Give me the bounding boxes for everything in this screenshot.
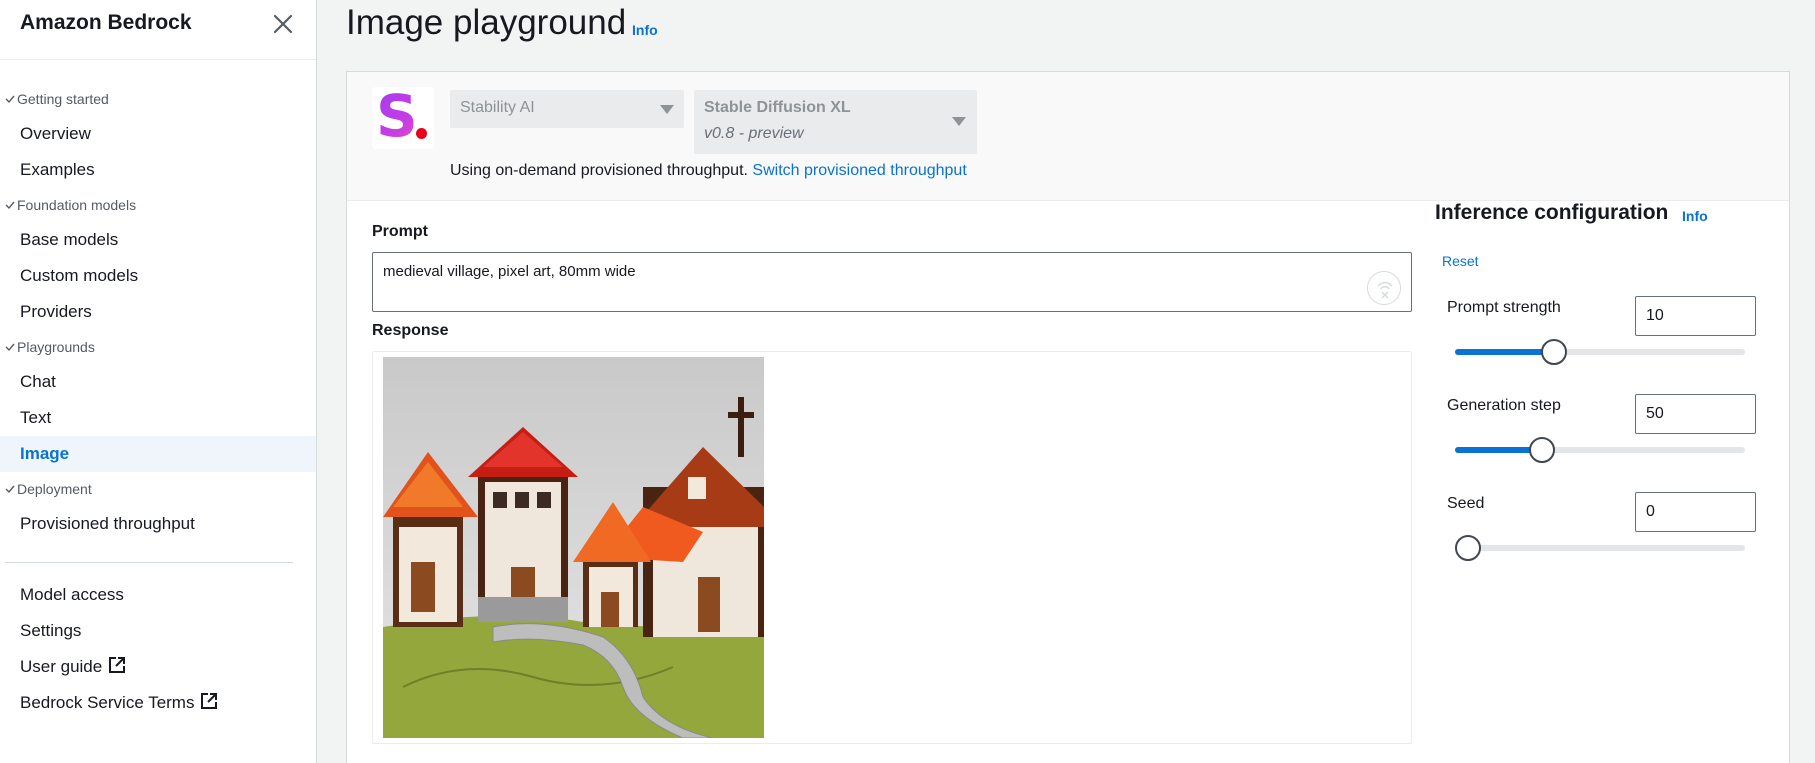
slider-thumb[interactable] [1529,437,1555,463]
checkmark-icon [2,484,17,494]
model-select[interactable]: Stable Diffusion XL v0.8 - preview [694,90,977,154]
prompt-input-value: medieval village, pixel art, 80mm wide [383,263,636,280]
prompt-input[interactable]: medieval village, pixel art, 80mm wide [372,252,1412,312]
generated-image[interactable] [383,357,764,738]
response-label: Response [372,322,449,339]
close-icon[interactable] [270,11,296,37]
seed-input[interactable]: 0 [1635,492,1756,532]
section-getting-started[interactable]: Getting started [0,82,316,116]
inference-config-title: Inference configuration [1435,201,1669,224]
checkmark-icon [2,342,17,352]
switch-throughput-link[interactable]: Switch provisioned throughput [752,162,966,179]
section-deployment[interactable]: Deployment [0,472,316,506]
side-navigation: Amazon Bedrock Getting started Overview … [0,0,317,763]
sidebar-item-chat[interactable]: Chat [0,364,316,400]
stability-ai-logo: S [372,85,434,149]
section-heading: Deployment [17,481,92,497]
slider-thumb[interactable] [1455,535,1481,561]
sidebar-item-label: Bedrock Service Terms [20,693,195,712]
prompt-strength-input[interactable]: 10 [1635,296,1756,336]
sidebar-item-providers[interactable]: Providers [0,294,316,330]
generation-step-slider[interactable] [1455,437,1745,463]
info-link[interactable]: Info [632,22,658,38]
caret-down-icon [952,117,966,126]
response-area [372,351,1412,744]
seed-slider[interactable] [1455,535,1745,561]
sidebar-divider [5,562,293,563]
throughput-message: Using on-demand provisioned throughput. … [450,162,967,179]
sidebar-item-label: User guide [20,657,103,676]
sidebar-item-image[interactable]: Image [0,436,316,472]
clear-prompt-button[interactable] [1367,271,1401,305]
section-playgrounds[interactable]: Playgrounds [0,330,316,364]
sidebar-item-settings[interactable]: Settings [0,613,316,649]
section-heading: Getting started [17,91,109,107]
sidebar-item-overview[interactable]: Overview [0,116,316,152]
page-title: Image playground [346,3,627,42]
seed-label: Seed [1447,495,1485,512]
provider-select-value: Stability AI [460,99,535,116]
sidebar-item-provisioned-throughput[interactable]: Provisioned throughput [0,506,316,542]
reset-link[interactable]: Reset [1442,253,1479,269]
sidebar-header: Amazon Bedrock [0,0,316,60]
provider-select[interactable]: Stability AI [450,90,684,128]
sidebar-item-model-access[interactable]: Model access [0,577,316,613]
prompt-label: Prompt [372,223,428,240]
external-link-icon [108,651,126,687]
sidebar-item-user-guide[interactable]: User guide [0,649,316,685]
model-select-value: Stable Diffusion XL [704,99,851,116]
sidebar-item-examples[interactable]: Examples [0,152,316,188]
sidebar-title[interactable]: Amazon Bedrock [20,11,192,35]
sidebar-item-bedrock-service-terms[interactable]: Bedrock Service Terms [0,685,316,721]
info-link[interactable]: Info [1682,208,1708,224]
model-selector-bar: S Stability AI Stable Diffusion XL v0.8 … [347,72,1789,201]
section-heading: Foundation models [17,197,137,213]
sidebar-nav: Getting started Overview Examples Founda… [0,82,316,721]
sidebar-item-custom-models[interactable]: Custom models [0,258,316,294]
generation-step-input[interactable]: 50 [1635,394,1756,434]
generation-step-label: Generation step [1447,397,1561,414]
model-version: v0.8 - preview [704,125,804,142]
playground-panel: S Stability AI Stable Diffusion XL v0.8 … [346,71,1790,763]
prompt-strength-slider[interactable] [1455,339,1745,365]
slider-thumb[interactable] [1541,339,1567,365]
checkmark-icon [2,200,17,210]
sidebar-item-text[interactable]: Text [0,400,316,436]
checkmark-icon [2,94,17,104]
external-link-icon [200,687,218,723]
prompt-strength-label: Prompt strength [1447,299,1561,316]
section-foundation-models[interactable]: Foundation models [0,188,316,222]
sidebar-item-base-models[interactable]: Base models [0,222,316,258]
section-heading: Playgrounds [17,339,95,355]
caret-down-icon [660,105,674,114]
